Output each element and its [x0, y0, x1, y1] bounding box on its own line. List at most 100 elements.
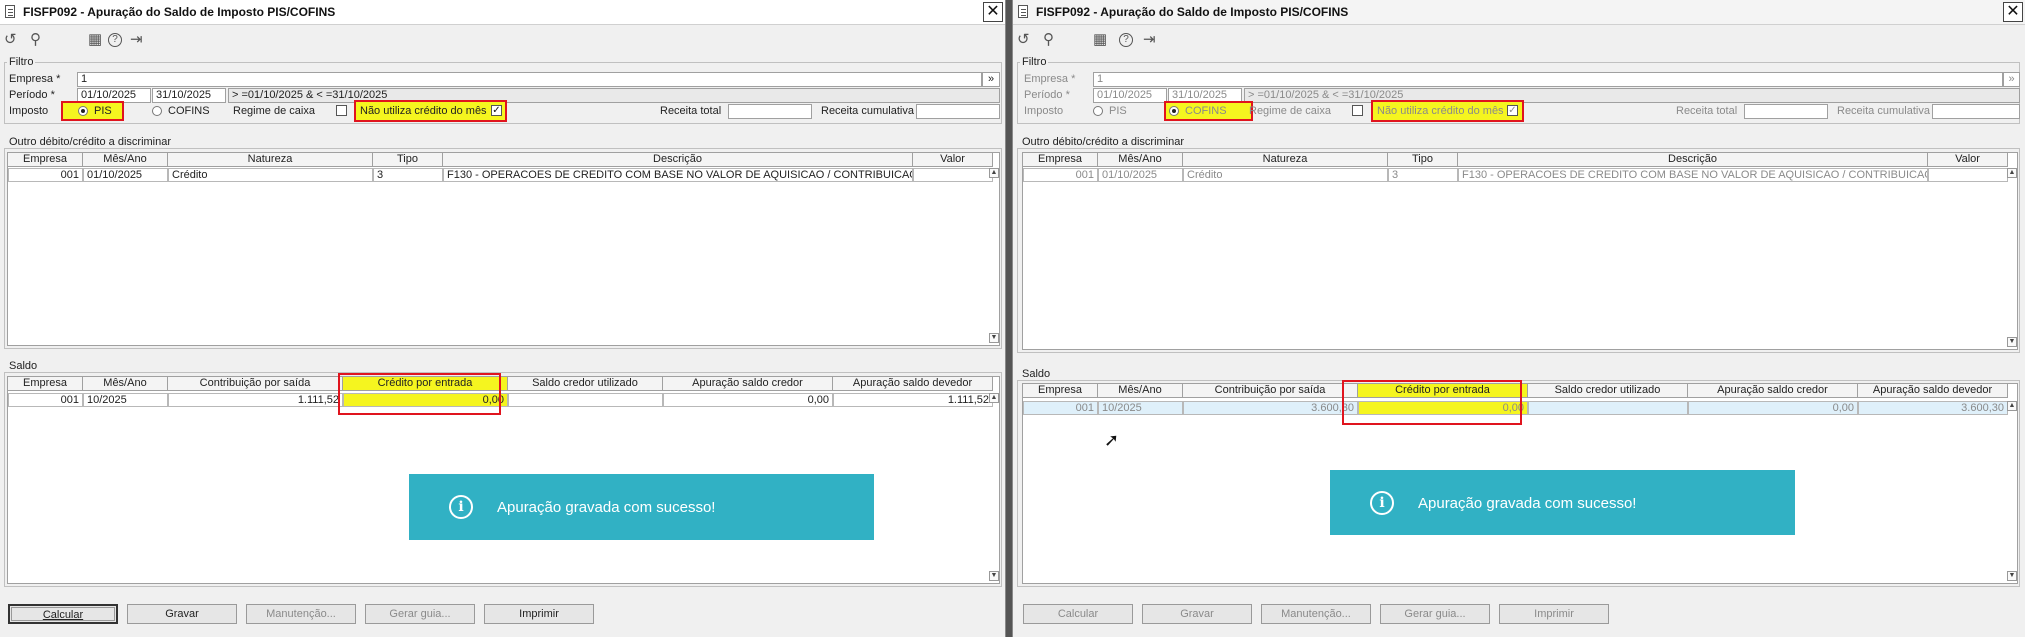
- calcular-button[interactable]: Calcular: [8, 604, 118, 624]
- scroll-up-icon[interactable]: ▲: [989, 168, 999, 178]
- manutencao-button[interactable]: Manutenção...: [246, 604, 356, 624]
- outro-header-mesano[interactable]: Mês/Ano: [83, 153, 168, 167]
- receita-cumulativa-input[interactable]: [916, 104, 1000, 119]
- regime-caixa-checkbox[interactable]: [336, 105, 347, 116]
- scroll-up-icon[interactable]: ▲: [2007, 401, 2017, 411]
- gerar-guia-button[interactable]: Gerar guia...: [365, 604, 475, 624]
- outro-header-natureza[interactable]: Natureza: [1183, 153, 1388, 167]
- saldo-cell-mesano[interactable]: 10/2025: [83, 393, 168, 407]
- outro-header-empresa[interactable]: Empresa: [8, 153, 83, 167]
- saldo-header-apuracao-credor[interactable]: Apuração saldo credor: [663, 377, 833, 391]
- help-icon[interactable]: ?: [1119, 33, 1133, 47]
- nao-utiliza-checkbox[interactable]: ✓: [1507, 105, 1518, 116]
- outro-header-valor[interactable]: Valor: [913, 153, 993, 167]
- pis-radio[interactable]: [1093, 106, 1103, 116]
- calendar-icon[interactable]: ▦: [88, 31, 102, 49]
- cofins-radio[interactable]: [152, 106, 162, 116]
- close-button[interactable]: ✕: [2003, 2, 2023, 22]
- saldo-cell-contribuicao[interactable]: 1.111,52: [168, 393, 343, 407]
- outro-cell-valor[interactable]: [1928, 168, 2008, 182]
- outro-cell-mesano[interactable]: 01/10/2025: [1098, 168, 1183, 182]
- outro-cell-valor[interactable]: [913, 168, 993, 182]
- scroll-down-icon[interactable]: ▼: [989, 333, 999, 343]
- outro-cell-tipo[interactable]: 3: [1388, 168, 1458, 182]
- saldo-header-apuracao-credor[interactable]: Apuração saldo credor: [1688, 384, 1858, 398]
- saldo-header-empresa[interactable]: Empresa: [1023, 384, 1098, 398]
- outro-cell-tipo[interactable]: 3: [373, 168, 443, 182]
- outro-header-mesano[interactable]: Mês/Ano: [1098, 153, 1183, 167]
- outro-header-tipo[interactable]: Tipo: [1388, 153, 1458, 167]
- saldo-cell-saldo-credor-utilizado[interactable]: [508, 393, 663, 407]
- saldo-cell-contribuicao[interactable]: 3.600,30: [1183, 401, 1358, 415]
- saldo-header-apuracao-devedor[interactable]: Apuração saldo devedor: [1858, 384, 2008, 398]
- mouse-pointer-icon: ➚: [1104, 430, 1120, 450]
- empresa-lookup-button[interactable]: »: [982, 72, 1000, 87]
- outro-cell-empresa[interactable]: 001: [1023, 168, 1098, 182]
- outro-header-descricao[interactable]: Descrição: [1458, 153, 1928, 167]
- empresa-input[interactable]: 1: [77, 72, 982, 87]
- title-bar: FISFP092 - Apuração do Saldo de Imposto …: [0, 0, 1005, 25]
- outro-cell-descricao[interactable]: F130 - OPERACOES DE CREDITO COM BASE NO …: [1458, 168, 1928, 182]
- scroll-down-icon[interactable]: ▼: [2007, 571, 2017, 581]
- outro-cell-mesano[interactable]: 01/10/2025: [83, 168, 168, 182]
- regime-caixa-checkbox[interactable]: [1352, 105, 1363, 116]
- saldo-cell-empresa[interactable]: 001: [1023, 401, 1098, 415]
- saldo-cell-saldo-credor-utilizado[interactable]: [1528, 401, 1688, 415]
- receita-cumulativa-input[interactable]: [1932, 104, 2020, 119]
- scroll-up-icon[interactable]: ▲: [989, 393, 999, 403]
- outro-cell-descricao[interactable]: F130 - OPERACOES DE CREDITO COM BASE NO …: [443, 168, 913, 182]
- refresh-icon[interactable]: ↺: [4, 31, 17, 49]
- search-icon[interactable]: ⚲: [30, 31, 41, 49]
- outro-header-valor[interactable]: Valor: [1928, 153, 2008, 167]
- exit-icon[interactable]: ⇥: [1143, 31, 1156, 49]
- refresh-icon[interactable]: ↺: [1017, 31, 1030, 49]
- scroll-down-icon[interactable]: ▼: [2007, 337, 2017, 347]
- saldo-cell-mesano[interactable]: 10/2025: [1098, 401, 1183, 415]
- gravar-button[interactable]: Gravar: [127, 604, 237, 624]
- pis-radio[interactable]: [78, 106, 88, 116]
- help-icon[interactable]: ?: [108, 33, 122, 47]
- gerar-guia-button[interactable]: Gerar guia...: [1380, 604, 1490, 624]
- manutencao-button[interactable]: Manutenção...: [1261, 604, 1371, 624]
- calendar-icon[interactable]: ▦: [1093, 31, 1107, 49]
- outro-header-tipo[interactable]: Tipo: [373, 153, 443, 167]
- close-button[interactable]: ✕: [983, 2, 1003, 22]
- calcular-button[interactable]: Calcular: [1023, 604, 1133, 624]
- scroll-down-icon[interactable]: ▼: [989, 571, 999, 581]
- outro-header-empresa[interactable]: Empresa: [1023, 153, 1098, 167]
- outro-cell-empresa[interactable]: 001: [8, 168, 83, 182]
- saldo-cell-empresa[interactable]: 001: [8, 393, 83, 407]
- outro-cell-natureza[interactable]: Crédito: [1183, 168, 1388, 182]
- outro-cell-natureza[interactable]: Crédito: [168, 168, 373, 182]
- gravar-button[interactable]: Gravar: [1142, 604, 1252, 624]
- receita-total-input[interactable]: [1744, 104, 1828, 119]
- cofins-radio[interactable]: [1169, 106, 1179, 116]
- credito-highlight-frame: [1342, 380, 1522, 425]
- saldo-header-saldo-credor-utilizado[interactable]: Saldo credor utilizado: [508, 377, 663, 391]
- saldo-cell-apuracao-devedor[interactable]: 1.111,52: [833, 393, 993, 407]
- saldo-header-empresa[interactable]: Empresa: [8, 377, 83, 391]
- periodo-to-input[interactable]: 31/10/2025: [152, 88, 226, 103]
- saldo-header-contribuicao[interactable]: Contribuição por saída: [168, 377, 343, 391]
- outro-header-descricao[interactable]: Descrição: [443, 153, 913, 167]
- scroll-up-icon[interactable]: ▲: [2007, 168, 2017, 178]
- saldo-header-mesano[interactable]: Mês/Ano: [83, 377, 168, 391]
- saldo-cell-apuracao-credor[interactable]: 0,00: [1688, 401, 1858, 415]
- imprimir-button[interactable]: Imprimir: [484, 604, 594, 624]
- saldo-cell-apuracao-credor[interactable]: 0,00: [663, 393, 833, 407]
- saldo-cell-apuracao-devedor[interactable]: 3.600,30: [1858, 401, 2008, 415]
- empresa-lookup-button[interactable]: »: [2003, 72, 2020, 87]
- saldo-header-saldo-credor-utilizado[interactable]: Saldo credor utilizado: [1528, 384, 1688, 398]
- saldo-header-mesano[interactable]: Mês/Ano: [1098, 384, 1183, 398]
- outro-header-natureza[interactable]: Natureza: [168, 153, 373, 167]
- search-icon[interactable]: ⚲: [1043, 31, 1054, 49]
- periodo-from-input[interactable]: 01/10/2025: [1093, 88, 1167, 103]
- saldo-header-apuracao-devedor[interactable]: Apuração saldo devedor: [833, 377, 993, 391]
- imprimir-button[interactable]: Imprimir: [1499, 604, 1609, 624]
- nao-utiliza-checkbox[interactable]: ✓: [491, 105, 502, 116]
- exit-icon[interactable]: ⇥: [130, 31, 143, 49]
- saldo-header-contribuicao[interactable]: Contribuição por saída: [1183, 384, 1358, 398]
- receita-total-input[interactable]: [728, 104, 812, 119]
- empresa-input[interactable]: 1: [1093, 72, 2003, 87]
- toolbar: ↺ ⚲ ▦ ? ⇥: [1013, 25, 2025, 55]
